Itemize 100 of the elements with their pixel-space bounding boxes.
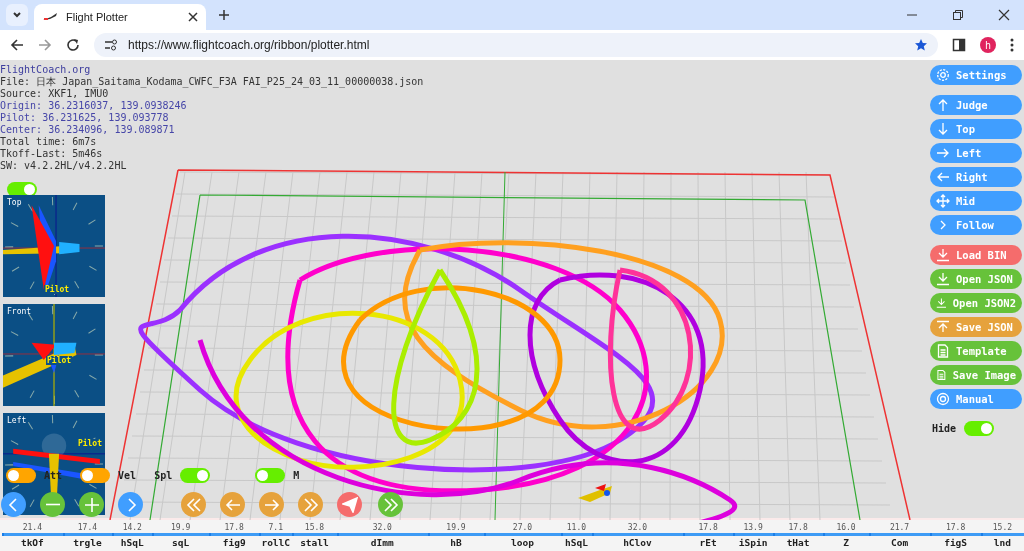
segment-duration: 27.0	[512, 523, 533, 532]
segment-label[interactable]: iSpin	[736, 536, 770, 550]
download-icon	[936, 296, 947, 310]
segment-duration: 17.4	[77, 523, 98, 532]
profile-avatar[interactable]: h	[980, 37, 996, 53]
info-line: File: 日本 Japan_Saitama_Kodama_CWFC_F3A FAI_P25_24_03_11_00000038.json	[0, 76, 424, 88]
segment-duration: 11.0	[566, 523, 587, 532]
browser-tab[interactable]: Flight Plotter	[34, 4, 206, 30]
segment-label[interactable]: tkOf	[18, 536, 46, 550]
arrow-up-icon	[936, 98, 950, 112]
double-right-button[interactable]	[378, 492, 403, 517]
arrow-right-icon	[263, 496, 280, 513]
toggle-label: Att	[44, 469, 63, 481]
airplane-drawing	[578, 484, 612, 502]
tab-title: Flight Plotter	[66, 11, 129, 23]
document-icon	[936, 344, 950, 358]
segment-duration: 21.7	[889, 523, 910, 532]
segment-label[interactable]: hSqL	[562, 536, 590, 550]
toggle-switch[interactable]	[180, 467, 211, 483]
star-icon[interactable]	[914, 38, 928, 52]
pilot-label: Pilot	[76, 439, 103, 448]
view-label: Left	[7, 416, 27, 425]
info-line: Center: 36.234096, 139.089871	[0, 124, 175, 136]
lifebuoy-icon	[936, 392, 950, 406]
segment-label[interactable]: trgle	[71, 536, 104, 550]
download-icon	[936, 248, 950, 262]
toggle-switch[interactable]	[964, 421, 995, 436]
paper-plane-icon	[341, 496, 358, 513]
view-label: Front	[7, 307, 32, 316]
info-line: Total time: 6m7s	[0, 136, 97, 148]
reload-icon[interactable]	[66, 38, 80, 52]
segment-label[interactable]: loop	[509, 536, 536, 550]
view-label: Top	[7, 198, 22, 207]
upload-icon	[936, 320, 950, 334]
url-text: https://www.flightcoach.org/ribbon/plotter.html	[128, 38, 370, 52]
new-tab-icon[interactable]	[218, 9, 230, 21]
move-icon	[936, 194, 950, 208]
toggle-label: M	[293, 469, 300, 481]
segment-label[interactable]: rollC	[259, 536, 293, 550]
minus-icon	[44, 503, 61, 506]
segment-label[interactable]: sqL	[170, 536, 192, 550]
double-chevron-right-icon	[302, 496, 319, 513]
segment-duration: 32.0	[627, 523, 648, 532]
segment-duration: 32.0	[372, 523, 392, 532]
segment-duration: 7.1	[268, 523, 283, 532]
segment-label[interactable]: Com	[888, 536, 911, 550]
arrow-right-icon	[936, 146, 950, 160]
segment-duration: 17.8	[224, 523, 244, 532]
segment-label[interactable]: dImm	[368, 536, 396, 550]
segment-label[interactable]: hB	[448, 536, 464, 550]
arrow-left-icon	[936, 170, 950, 184]
info-line: Source: XKF1, IMU0	[0, 88, 109, 100]
segment-duration: 13.9	[743, 523, 763, 532]
close-icon[interactable]	[998, 9, 1010, 21]
info-line: SW: v4.2.2HL/v4.2.2HL	[0, 160, 127, 172]
document-icon	[936, 368, 947, 382]
chevron-down-icon	[12, 10, 22, 20]
double-chevron-left-icon	[185, 496, 202, 513]
segment-duration: 14.2	[122, 523, 142, 532]
segment-label[interactable]: lnd	[991, 536, 1013, 550]
pilot-label: Pilot	[44, 285, 71, 294]
double-chevron-right-icon	[382, 496, 399, 513]
pilot-label: Pilot	[46, 356, 73, 365]
send-button[interactable]	[337, 492, 362, 517]
segment-label[interactable]: rEt	[697, 536, 719, 550]
toggle-switch[interactable]	[255, 467, 286, 483]
side-panel-icon[interactable]	[952, 38, 966, 52]
segment-label[interactable]: hSqL	[118, 536, 146, 550]
segment-duration: 16.0	[836, 523, 856, 532]
restore-icon[interactable]	[952, 9, 964, 21]
close-icon[interactable]	[188, 12, 198, 22]
arrow-left-icon	[224, 496, 241, 513]
settings-icon	[936, 68, 950, 82]
segment-label[interactable]: stall	[298, 536, 331, 550]
plus-icon	[83, 496, 100, 513]
segment-duration: 17.8	[945, 523, 966, 532]
segment-duration: 17.8	[788, 523, 808, 532]
forward-icon[interactable]	[38, 38, 52, 52]
address-field[interactable]: https://www.flightcoach.org/ribbon/plotter.html	[94, 33, 938, 57]
site-settings-icon[interactable]	[104, 39, 118, 51]
segment-duration: 17.8	[698, 523, 718, 532]
arrow-down-icon	[936, 122, 950, 136]
info-line: Pilot: 36.231625, 139.093778	[0, 112, 169, 124]
segment-duration: 19.9	[446, 523, 466, 532]
segment-duration: 15.8	[304, 523, 325, 532]
info-line: Origin: 36.2316037, 139.0938246	[0, 100, 187, 112]
back-icon[interactable]	[10, 38, 24, 52]
download-icon	[936, 272, 950, 286]
segment-duration: 15.2	[992, 523, 1013, 532]
site-title: FlightCoach.org	[0, 64, 91, 76]
segment-duration: 21.4	[22, 523, 42, 532]
info-line: Tkoff-Last: 5m46s	[0, 148, 103, 160]
segment-label[interactable]: tHat	[784, 536, 812, 550]
segment-duration: 19.9	[171, 523, 191, 532]
menu-icon[interactable]	[1010, 38, 1014, 52]
segment-label[interactable]: Z	[841, 536, 851, 550]
segment-label[interactable]: hClov	[621, 536, 654, 550]
segment-label[interactable]: fig9	[220, 536, 248, 550]
tab-list-button[interactable]	[6, 4, 28, 26]
segment-label[interactable]: figS	[942, 536, 970, 550]
